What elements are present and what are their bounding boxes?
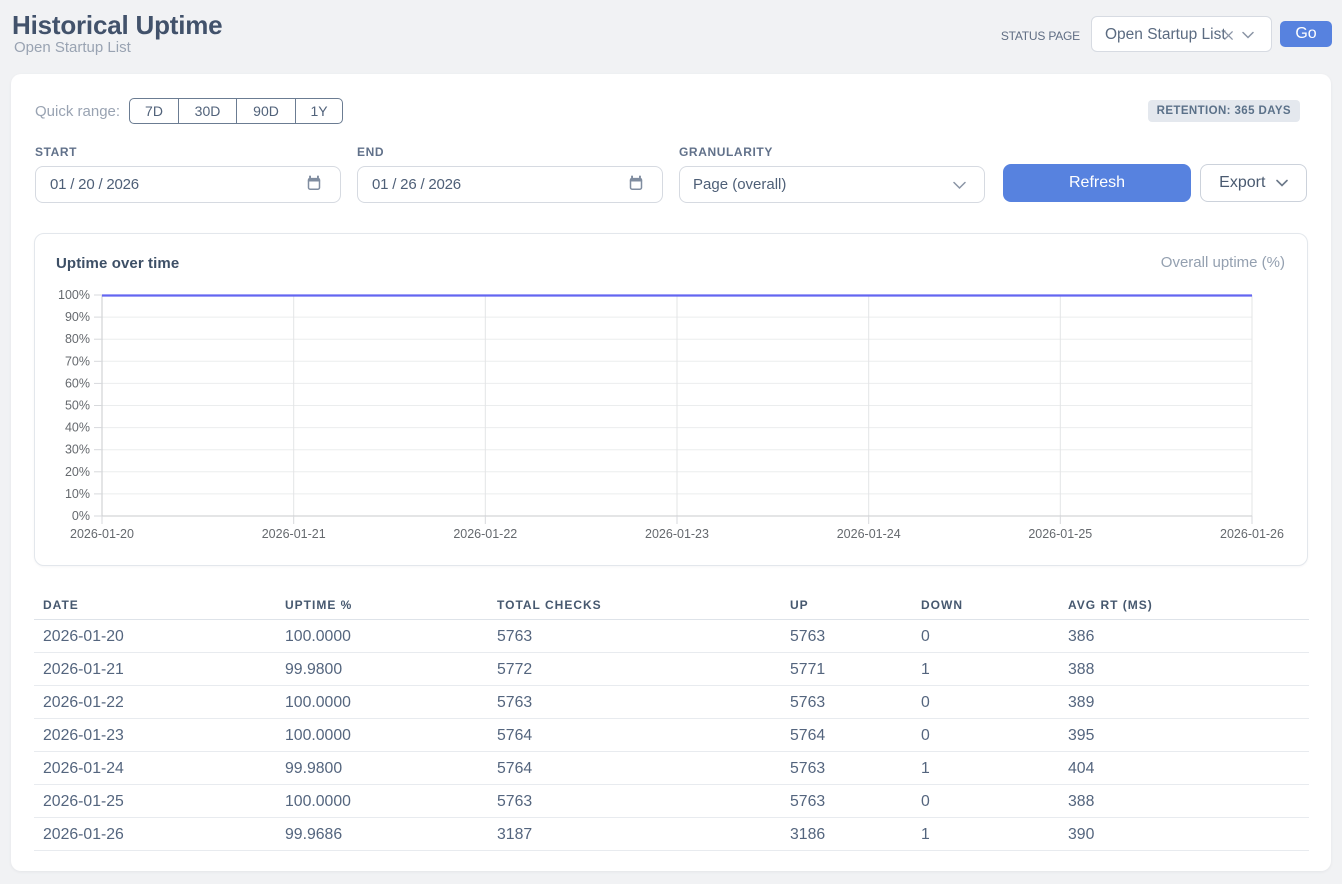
svg-text:20%: 20%: [65, 465, 90, 479]
svg-text:2026-01-23: 2026-01-23: [645, 527, 709, 541]
svg-text:80%: 80%: [65, 332, 90, 346]
svg-text:40%: 40%: [65, 421, 90, 435]
svg-text:100%: 100%: [58, 288, 90, 302]
svg-text:10%: 10%: [65, 487, 90, 501]
svg-text:2026-01-21: 2026-01-21: [262, 527, 326, 541]
svg-text:60%: 60%: [65, 376, 90, 390]
svg-text:90%: 90%: [65, 310, 90, 324]
svg-text:70%: 70%: [65, 354, 90, 368]
svg-text:2026-01-26: 2026-01-26: [1220, 527, 1284, 541]
svg-text:50%: 50%: [65, 399, 90, 413]
svg-text:2026-01-20: 2026-01-20: [70, 527, 134, 541]
svg-text:30%: 30%: [65, 443, 90, 457]
svg-text:2026-01-22: 2026-01-22: [453, 527, 517, 541]
svg-text:0%: 0%: [72, 509, 90, 523]
svg-text:2026-01-25: 2026-01-25: [1028, 527, 1092, 541]
svg-text:2026-01-24: 2026-01-24: [837, 527, 901, 541]
